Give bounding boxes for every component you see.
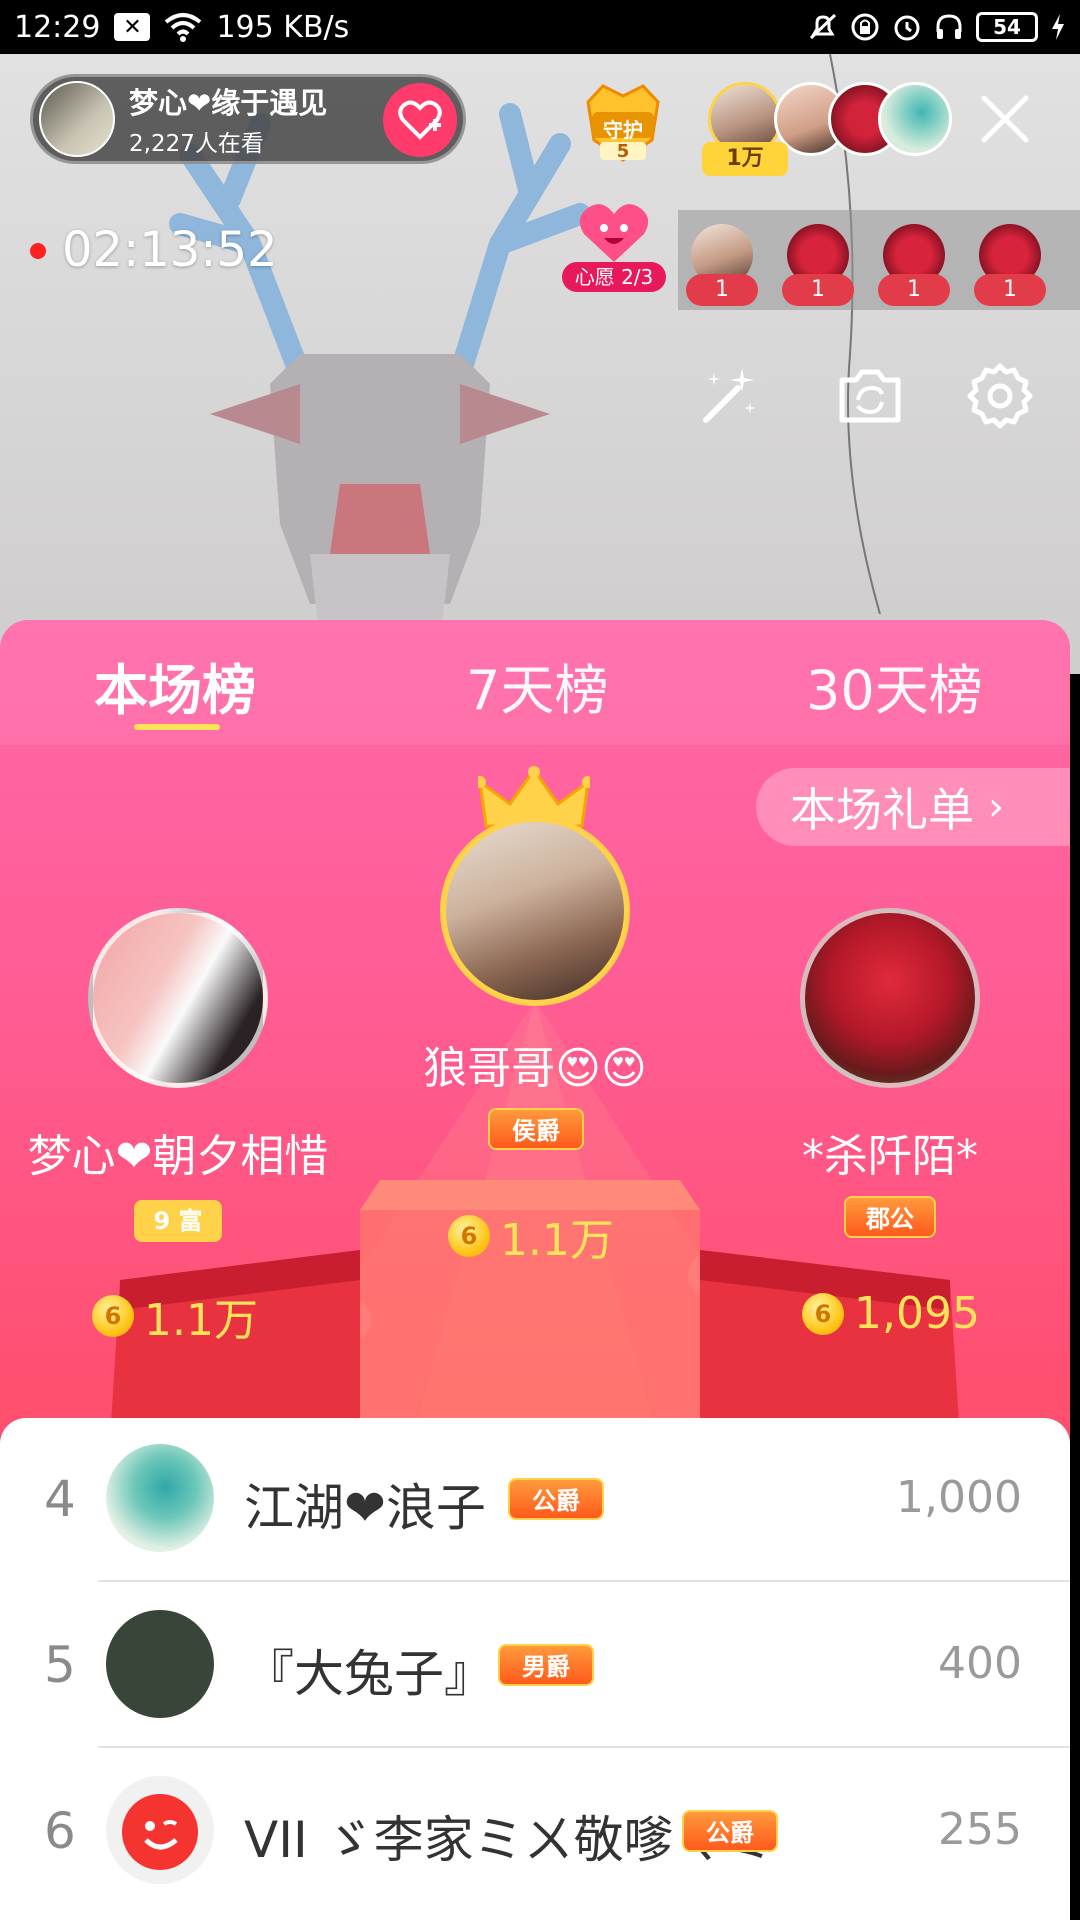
guard-badge[interactable]: 守护 5 (578, 80, 668, 166)
wish-widget[interactable]: 心愿 2/3 (562, 200, 666, 296)
coin-icon: 6 (92, 1295, 134, 1337)
title-badge: 公爵 (682, 1810, 778, 1852)
wish-progress: 心愿 2/3 (562, 262, 666, 292)
wish-gift-strip[interactable]: 1 1 1 1 (678, 210, 1080, 310)
list-score: 400 (938, 1638, 1022, 1689)
title-badge: 男爵 (498, 1644, 594, 1686)
live-timer: 02:13:52 (62, 222, 278, 278)
wifi-icon (165, 13, 202, 42)
viewer-avatar[interactable] (878, 82, 952, 156)
heart-plus-icon (398, 100, 442, 140)
chevron-right-icon: › (988, 784, 1004, 830)
rank-tabs: 本场榜 7天榜 30天榜 (0, 620, 1070, 745)
charging-icon (1052, 14, 1064, 40)
lock-rotation-icon (851, 13, 879, 41)
wish-item-count: 1 (974, 274, 1046, 306)
coin-icon: 6 (802, 1292, 844, 1335)
headphones-icon (936, 14, 962, 39)
rank2-wealth-badge: 9 富 (134, 1200, 222, 1242)
list-score: 1,000 (896, 1472, 1022, 1523)
rank3-name: *杀阡陌* (802, 1131, 978, 1182)
rank1-value-text: 1.1万 (500, 1215, 614, 1266)
flip-camera-icon[interactable] (834, 360, 906, 432)
divider (98, 1746, 1070, 1748)
gift-list-label: 本场礼单 (790, 783, 974, 837)
list-score: 255 (938, 1804, 1022, 1855)
list-avatar[interactable] (106, 1610, 214, 1718)
title-badge: 公爵 (508, 1478, 604, 1520)
battery-indicator: 54 (976, 12, 1038, 42)
rank2-name: 梦心❤朝夕相惜 (27, 1131, 329, 1182)
list-avatar[interactable] (106, 1776, 214, 1884)
guard-count: 5 (616, 141, 630, 162)
viewer-count: 2,227人在看 (129, 131, 264, 157)
rank2-value: 6 1.1万 (92, 1284, 258, 1348)
bell-muted-icon (809, 13, 837, 40)
rank1-avatar[interactable] (440, 816, 630, 1006)
gear-icon[interactable] (964, 360, 1036, 432)
list-item[interactable]: 4 江湖❤浪子 公爵 1,000 (0, 1418, 1070, 1582)
magic-wand-icon[interactable] (692, 360, 764, 432)
clock: 12:29 (14, 9, 101, 45)
rank-list[interactable]: 4 江湖❤浪子 公爵 1,000 5 『大兔子』 男爵 400 6 VII ゞ李… (0, 1418, 1070, 1920)
network-speed: 195 KB/s (216, 9, 350, 45)
deer-head-decoration (169, 103, 591, 644)
list-name: 江湖❤浪子 (244, 1479, 486, 1537)
rank3-title-badge: 郡公 (844, 1196, 936, 1238)
wish-item[interactable]: 1 (974, 224, 1046, 306)
list-avatar[interactable] (106, 1444, 214, 1552)
recording-dot (30, 243, 46, 259)
rank3-value: 6 1,095 (802, 1288, 980, 1339)
rank2-avatar[interactable] (88, 908, 268, 1088)
guard-label: 守护 (603, 118, 643, 142)
divider (98, 1580, 1070, 1582)
follow-button[interactable] (383, 83, 457, 157)
wish-item[interactable]: 1 (782, 224, 854, 306)
close-icon[interactable] (978, 92, 1032, 146)
x-box-icon: ✕ (114, 13, 151, 41)
rank1-value: 6 1.1万 (448, 1204, 614, 1268)
rank-number: 6 (44, 1802, 76, 1860)
wish-item-count: 1 (686, 274, 758, 306)
smiling-heart-icon (579, 204, 649, 262)
list-name: 『大兔子』 (244, 1645, 494, 1703)
wish-item[interactable]: 1 (878, 224, 950, 306)
host-avatar[interactable] (39, 81, 115, 157)
list-item[interactable]: 5 『大兔子』 男爵 400 (0, 1584, 1070, 1748)
wish-item-count: 1 (878, 274, 950, 306)
host-name: 梦心❤缘于遇见 (129, 86, 328, 120)
host-info-pill[interactable]: 梦心❤缘于遇见 2,227人在看 (30, 74, 466, 164)
rank1-title-badge: 侯爵 (488, 1108, 584, 1150)
status-bar: 12:29 ✕ 195 KB/s 54 (0, 0, 1080, 54)
rank-number: 5 (44, 1636, 76, 1694)
rank-number: 4 (44, 1470, 76, 1528)
coin-icon: 6 (448, 1215, 490, 1257)
tab-30-days[interactable]: 30天榜 (806, 646, 983, 725)
gift-list-button[interactable]: 本场礼单 › (756, 768, 1070, 846)
list-item[interactable]: 6 VII ゞ李家ミㄨ敬嗲ㄑミ 公爵 255 (0, 1750, 1070, 1914)
tab-7-days[interactable]: 7天榜 (466, 646, 608, 725)
alarm-icon (894, 15, 920, 41)
top-contribution-tag: 1万 (702, 142, 788, 176)
rank3-value-text: 1,095 (854, 1288, 980, 1339)
tab-this-session[interactable]: 本场榜 (94, 646, 256, 725)
wish-item[interactable]: 1 (686, 224, 758, 306)
rank1-name: 狼哥哥😍😍 (423, 1043, 647, 1094)
rank3-avatar[interactable] (800, 908, 980, 1088)
rank2-value-text: 1.1万 (144, 1295, 258, 1346)
smiley-logo-icon (122, 1794, 198, 1870)
wish-item-count: 1 (782, 274, 854, 306)
active-tab-indicator (134, 724, 220, 730)
